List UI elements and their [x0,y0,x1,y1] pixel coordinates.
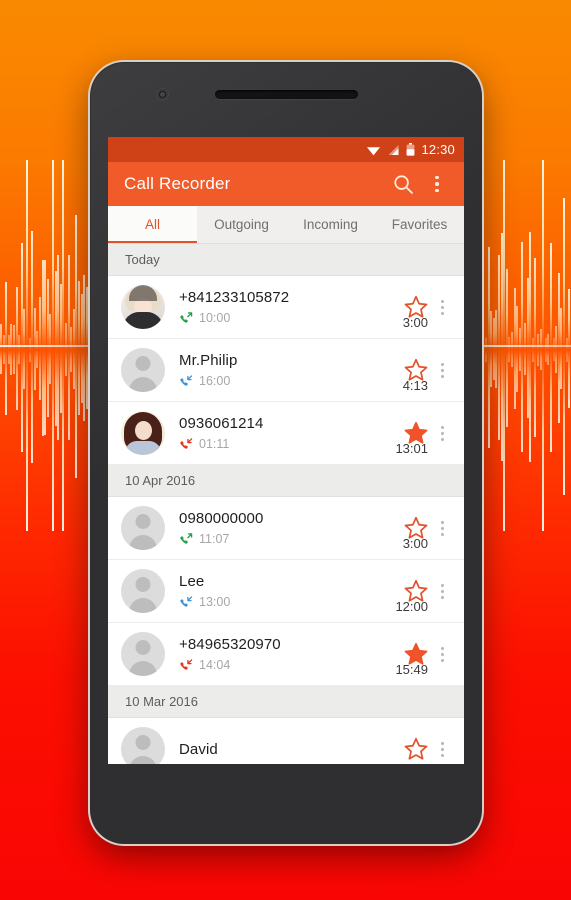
call-duration: 3:00 [402,536,428,551]
proximity-sensor-icon [407,92,412,97]
waveform-bar [542,160,545,350]
section-header: Today [108,244,464,276]
row-overflow-menu-icon[interactable] [431,350,453,390]
call-log-row[interactable]: 0980000000 11:07 3:00 [108,497,464,560]
call-log-row[interactable]: +84965320970 14:04 15:49 [108,623,464,686]
call-meta: 16:00 [179,374,403,388]
overflow-menu-icon[interactable] [420,167,454,201]
contact-name: 0980000000 [179,510,264,527]
call-meta: 14:04 [179,658,403,672]
signal-icon [387,144,400,156]
call-log-row[interactable]: David [108,718,464,764]
call-meta: 01:11 [179,437,403,451]
status-bar-clock: 12:30 [421,142,455,157]
row-overflow-menu-icon[interactable] [431,287,453,327]
front-camera-icon [157,89,168,100]
phone-device: 12:30 Call Recorder All Outgoing Incomin… [90,62,482,844]
favorite-star-icon[interactable] [403,736,429,762]
call-type-outgoing-icon [179,311,193,325]
call-duration: 3:00 [402,315,428,330]
avatar[interactable] [121,632,165,676]
call-info: 0936061214 01:11 [179,415,403,451]
tab-favorites[interactable]: Favorites [375,206,464,243]
avatar[interactable] [121,411,165,455]
avatar[interactable] [121,506,165,550]
call-info: David [179,741,403,758]
contact-name: David [179,740,218,758]
call-time: 10:00 [199,311,231,325]
tab-all[interactable]: All [108,206,197,243]
avatar[interactable] [121,727,165,764]
wifi-icon [366,144,381,156]
section-header: 10 Apr 2016 [108,465,464,497]
waveform-bar [563,197,565,350]
call-info: 0980000000 11:07 [179,510,403,546]
app-toolbar: Call Recorder [108,162,464,206]
call-duration: 12:00 [395,599,428,614]
earpiece-speaker [215,90,358,99]
call-info: Lee 13:00 [179,573,403,609]
call-info: +841233105872 10:00 [179,289,403,325]
call-time: 01:11 [199,437,230,451]
avatar[interactable] [121,569,165,613]
row-overflow-menu-icon[interactable] [431,729,453,764]
call-meta: 11:07 [179,532,403,546]
status-bar: 12:30 [108,137,464,162]
call-type-incoming-icon [179,595,193,609]
call-log-row[interactable]: Lee 13:00 12:00 [108,560,464,623]
call-duration: 4:13 [402,378,428,393]
call-meta: 13:00 [179,595,403,609]
waveform-bar [563,350,565,495]
row-overflow-menu-icon[interactable] [431,634,453,674]
call-time: 13:00 [199,595,231,609]
call-log-row[interactable]: Mr.Philip 16:00 4:13 [108,339,464,402]
contact-name: 0936061214 [179,415,264,432]
tab-outgoing[interactable]: Outgoing [197,206,286,243]
call-time: 16:00 [199,374,231,388]
waveform-bar [529,231,532,350]
call-log-row[interactable]: 0936061214 01:11 13:01 [108,402,464,465]
call-time: 11:07 [199,532,230,546]
waveform-bar [550,242,552,350]
call-type-incoming-icon [179,374,193,388]
waveform-bar [62,350,65,531]
page-title: Call Recorder [124,174,231,193]
avatar[interactable] [121,348,165,392]
call-type-outgoing-icon [179,532,193,546]
row-overflow-menu-icon[interactable] [431,413,453,453]
contact-name: +841233105872 [179,289,290,306]
avatar[interactable] [121,285,165,329]
contact-name: +84965320970 [179,636,281,653]
call-info: Mr.Philip 16:00 [179,352,403,388]
call-type-missed-icon [179,658,193,672]
call-log-list[interactable]: Today +841233105872 10:00 3:00 Mr.Philip 16:0… [108,244,464,764]
call-duration: 13:01 [395,441,428,456]
waveform-bar [26,350,28,531]
row-overflow-menu-icon[interactable] [431,571,453,611]
waveform-bar [529,350,532,463]
call-log-row[interactable]: +841233105872 10:00 3:00 [108,276,464,339]
waveform-bar [550,350,552,452]
battery-icon [406,143,415,156]
tab-bar: All Outgoing Incoming Favorites [108,206,464,244]
call-meta: 10:00 [179,311,403,325]
waveform-bar [62,160,65,350]
tab-incoming[interactable]: Incoming [286,206,375,243]
row-overflow-menu-icon[interactable] [431,508,453,548]
section-header: 10 Mar 2016 [108,686,464,718]
phone-screen: 12:30 Call Recorder All Outgoing Incomin… [108,137,464,764]
call-time: 14:04 [199,658,231,672]
call-duration: 15:49 [395,662,428,677]
contact-name: Mr.Philip [179,352,238,369]
contact-name: Lee [179,573,205,590]
search-icon[interactable] [386,167,420,201]
call-info: +84965320970 14:04 [179,636,403,672]
camera-lens [160,92,165,97]
waveform-bar [542,350,545,531]
call-type-missed-icon [179,437,193,451]
waveform-bar [26,160,28,350]
